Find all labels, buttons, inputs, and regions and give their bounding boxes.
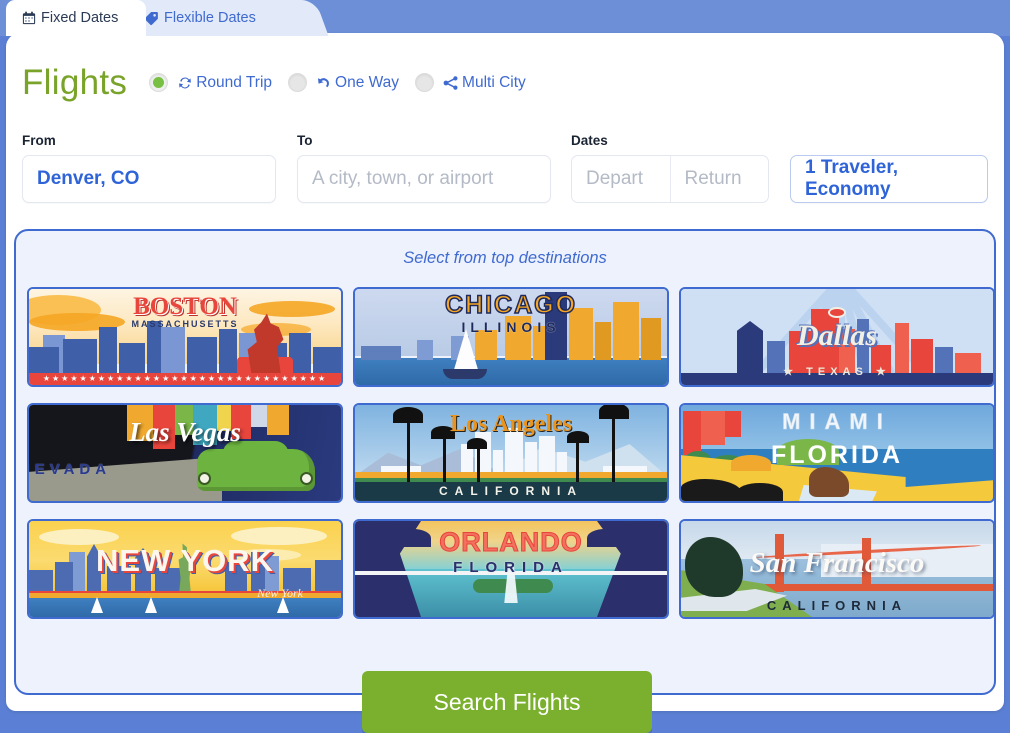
new-york-city-label: NEW YORK [96, 543, 274, 578]
destination-card-las-vegas[interactable]: Las Vegas NEVADA [27, 403, 343, 503]
one-way-radio[interactable] [288, 73, 308, 92]
search-header: Flights Round Trip One Way Multi City [22, 65, 542, 100]
trip-type-round-trip[interactable]: Round Trip [149, 73, 272, 92]
trip-type-one-way[interactable]: One Way [288, 73, 399, 92]
trip-type-one-way-label: One Way [335, 73, 400, 91]
san-francisco-artwork: San Francisco CALIFORNIA [681, 521, 993, 617]
trip-type-round-trip-label: Round Trip [196, 73, 273, 91]
dallas-region-label: ★ TEXAS ★ [783, 366, 891, 378]
calendar-icon [22, 11, 36, 25]
los-angeles-artwork: Los Angeles CALIFORNIA [355, 405, 667, 501]
from-input-value: Denver, CO [37, 168, 140, 189]
tab-flexible-dates[interactable]: Flexible Dates [128, 0, 308, 36]
to-input[interactable]: A city, town, or airport [297, 155, 551, 203]
multi-city-radio[interactable] [415, 73, 435, 92]
return-date-input[interactable]: Return [669, 156, 769, 202]
destinations-grid: BOSTON MASSACHUSETTS ★★★★★★★★★★★★★★★★★★★… [27, 287, 995, 619]
top-destinations-panel: Select from top destinations BOSTON MASS… [14, 229, 996, 695]
share-nodes-icon [443, 75, 459, 91]
boston-city-label: BOSTON [133, 293, 237, 320]
destination-card-miami[interactable]: MIAMI FLORIDA [679, 403, 995, 503]
chicago-city-label: CHICAGO [444, 290, 578, 320]
boston-star-stripe: ★★★★★★★★★★★★★★★★★★★★★★★★★★★★★★★ [29, 373, 341, 385]
destination-card-new-york[interactable]: NEW YORK New York [27, 519, 343, 619]
tab-bar: Fixed Dates Flexible Dates [0, 0, 1010, 36]
travelers-value: 1 Traveler, Economy [805, 157, 898, 200]
san-francisco-region-label: CALIFORNIA [766, 598, 908, 613]
los-angeles-region-label: CALIFORNIA [439, 484, 583, 498]
destinations-heading: Select from top destinations [403, 249, 607, 267]
miami-region-label: FLORIDA [770, 441, 904, 469]
destination-card-orlando[interactable]: ORLANDO FLORIDA [353, 519, 669, 619]
san-francisco-city-label: San Francisco [749, 547, 925, 579]
trip-type-multi-city[interactable]: Multi City [415, 73, 526, 92]
search-flights-button[interactable]: Search Flights [362, 671, 652, 733]
to-input-placeholder: A city, town, or airport [312, 168, 494, 189]
destination-card-boston[interactable]: BOSTON MASSACHUSETTS ★★★★★★★★★★★★★★★★★★★… [27, 287, 343, 387]
tab-fixed-dates-label: Fixed Dates [41, 10, 119, 26]
travelers-selector[interactable]: 1 Traveler, Economy [790, 155, 988, 203]
destination-card-san-francisco[interactable]: San Francisco CALIFORNIA [679, 519, 995, 619]
chicago-region-label: ILLINOIS [461, 319, 561, 335]
miami-city-label: MIAMI [782, 409, 892, 435]
tab-fixed-dates[interactable]: Fixed Dates [6, 0, 146, 36]
tab-flexible-dates-label: Flexible Dates [164, 10, 256, 26]
destination-card-chicago[interactable]: CHICAGO ILLINOIS [353, 287, 669, 387]
refresh-icon [177, 75, 193, 91]
depart-date-input[interactable]: Depart [572, 156, 670, 202]
to-label: To [297, 133, 313, 148]
page-title: Flights [22, 63, 128, 102]
return-date-placeholder: Return [684, 168, 742, 189]
boston-region-label: MASSACHUSETTS [131, 319, 239, 329]
trip-type-multi-city-label: Multi City [462, 73, 526, 91]
destination-card-dallas[interactable]: Dallas ★ TEXAS ★ [679, 287, 995, 387]
los-angeles-city-label: Los Angeles [449, 411, 572, 437]
round-trip-radio[interactable] [149, 73, 169, 92]
las-vegas-region-label: NEVADA [27, 461, 112, 478]
miami-artwork: MIAMI FLORIDA [681, 405, 993, 501]
new-york-region-label: New York [257, 586, 303, 600]
from-input[interactable]: Denver, CO [22, 155, 276, 203]
dates-field: Depart Return [571, 155, 769, 203]
tag-icon [144, 11, 159, 26]
boston-artwork: BOSTON MASSACHUSETTS ★★★★★★★★★★★★★★★★★★★… [29, 289, 341, 385]
from-label: From [22, 133, 56, 148]
dallas-city-label: Dallas [796, 319, 877, 352]
las-vegas-artwork: Las Vegas NEVADA [29, 405, 341, 501]
orlando-city-label: ORLANDO [439, 527, 583, 558]
new-york-artwork: NEW YORK New York [29, 521, 341, 617]
dallas-artwork: Dallas ★ TEXAS ★ [681, 289, 993, 385]
orlando-artwork: ORLANDO FLORIDA [355, 521, 667, 617]
orlando-region-label: FLORIDA [453, 559, 569, 576]
dates-label: Dates [571, 133, 608, 148]
chicago-artwork: CHICAGO ILLINOIS [355, 289, 667, 385]
las-vegas-city-label: Las Vegas [129, 417, 241, 447]
destination-card-los-angeles[interactable]: Los Angeles CALIFORNIA [353, 403, 669, 503]
undo-arrow-icon [316, 75, 332, 91]
flight-search-card: Flights Round Trip One Way Multi City Fr… [6, 33, 1004, 733]
depart-date-placeholder: Depart [586, 168, 644, 189]
